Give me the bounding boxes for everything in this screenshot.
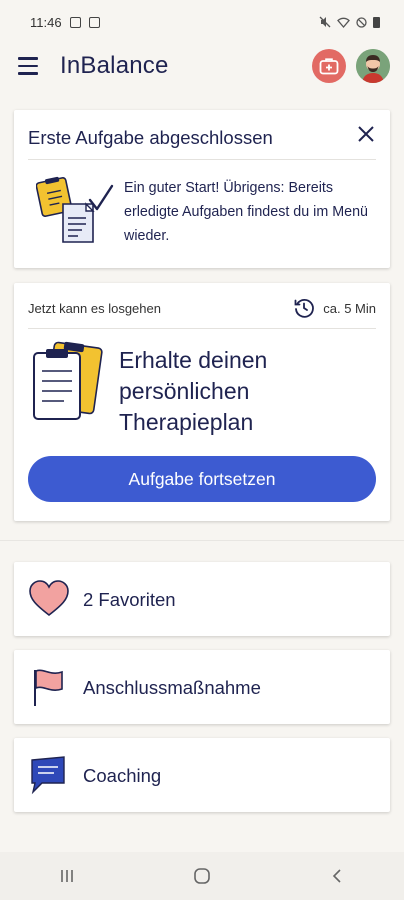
emergency-button[interactable] xyxy=(312,49,346,83)
follow-up-item[interactable]: Anschlussmaßnahme xyxy=(14,650,390,724)
chat-bubble-icon xyxy=(31,756,65,795)
section-divider xyxy=(0,540,404,541)
follow-up-label: Anschlussmaßnahme xyxy=(83,677,261,698)
task-completed-notice: Erste Aufgabe abgeschlossen Ein guter St… xyxy=(14,110,390,268)
no-signal-icon xyxy=(356,16,367,28)
close-icon xyxy=(358,126,374,142)
divider xyxy=(28,159,376,160)
user-avatar-icon xyxy=(356,49,390,83)
task-meta: Jetzt kann es losgehen xyxy=(28,301,161,316)
current-task-card: Jetzt kann es losgehen ca. 5 Min Erhalte… xyxy=(14,283,390,521)
mute-icon xyxy=(319,16,331,28)
heart-icon xyxy=(29,580,69,617)
first-aid-kit-icon xyxy=(319,58,339,75)
duration-text: ca. 5 Min xyxy=(323,300,376,316)
battery-icon xyxy=(373,16,380,28)
avatar[interactable] xyxy=(356,49,390,83)
status-time: 11:46 xyxy=(30,14,62,30)
continue-task-button[interactable]: Aufgabe fortsetzen xyxy=(28,456,376,502)
close-notice-button[interactable] xyxy=(354,122,378,146)
completed-tasks-icon xyxy=(36,176,114,243)
app-bar: InBalance xyxy=(0,44,404,90)
menu-button[interactable] xyxy=(18,57,38,75)
gallery-notification-icon xyxy=(69,16,81,28)
clipboard-icon xyxy=(33,341,103,420)
home-icon xyxy=(194,868,210,884)
flag-icon xyxy=(34,669,63,706)
favorites-item[interactable]: 2 Favoriten xyxy=(14,562,390,636)
recent-apps-button[interactable] xyxy=(47,856,87,896)
back-button[interactable] xyxy=(317,856,357,896)
back-icon xyxy=(332,869,341,883)
system-navigation-bar xyxy=(0,852,404,900)
favorites-label: 2 Favoriten xyxy=(83,589,176,610)
coaching-item[interactable]: Coaching xyxy=(14,738,390,812)
task-duration: ca. 5 Min xyxy=(293,297,376,319)
app-notification-icon xyxy=(88,16,100,28)
coaching-label: Coaching xyxy=(83,765,162,786)
notice-title: Erste Aufgabe abgeschlossen xyxy=(28,127,273,148)
divider xyxy=(28,328,376,329)
task-title: Erhalte deinen persönlichen Therapieplan xyxy=(119,347,268,435)
home-button[interactable] xyxy=(182,856,222,896)
notice-text: Ein guter Start! Übrigens: Bereits erled… xyxy=(124,180,369,244)
app-title: InBalance xyxy=(60,52,169,79)
clock-icon xyxy=(294,299,315,318)
recent-apps-icon xyxy=(61,870,74,882)
status-bar: 11:46 xyxy=(0,0,404,44)
wifi-icon xyxy=(337,17,350,28)
